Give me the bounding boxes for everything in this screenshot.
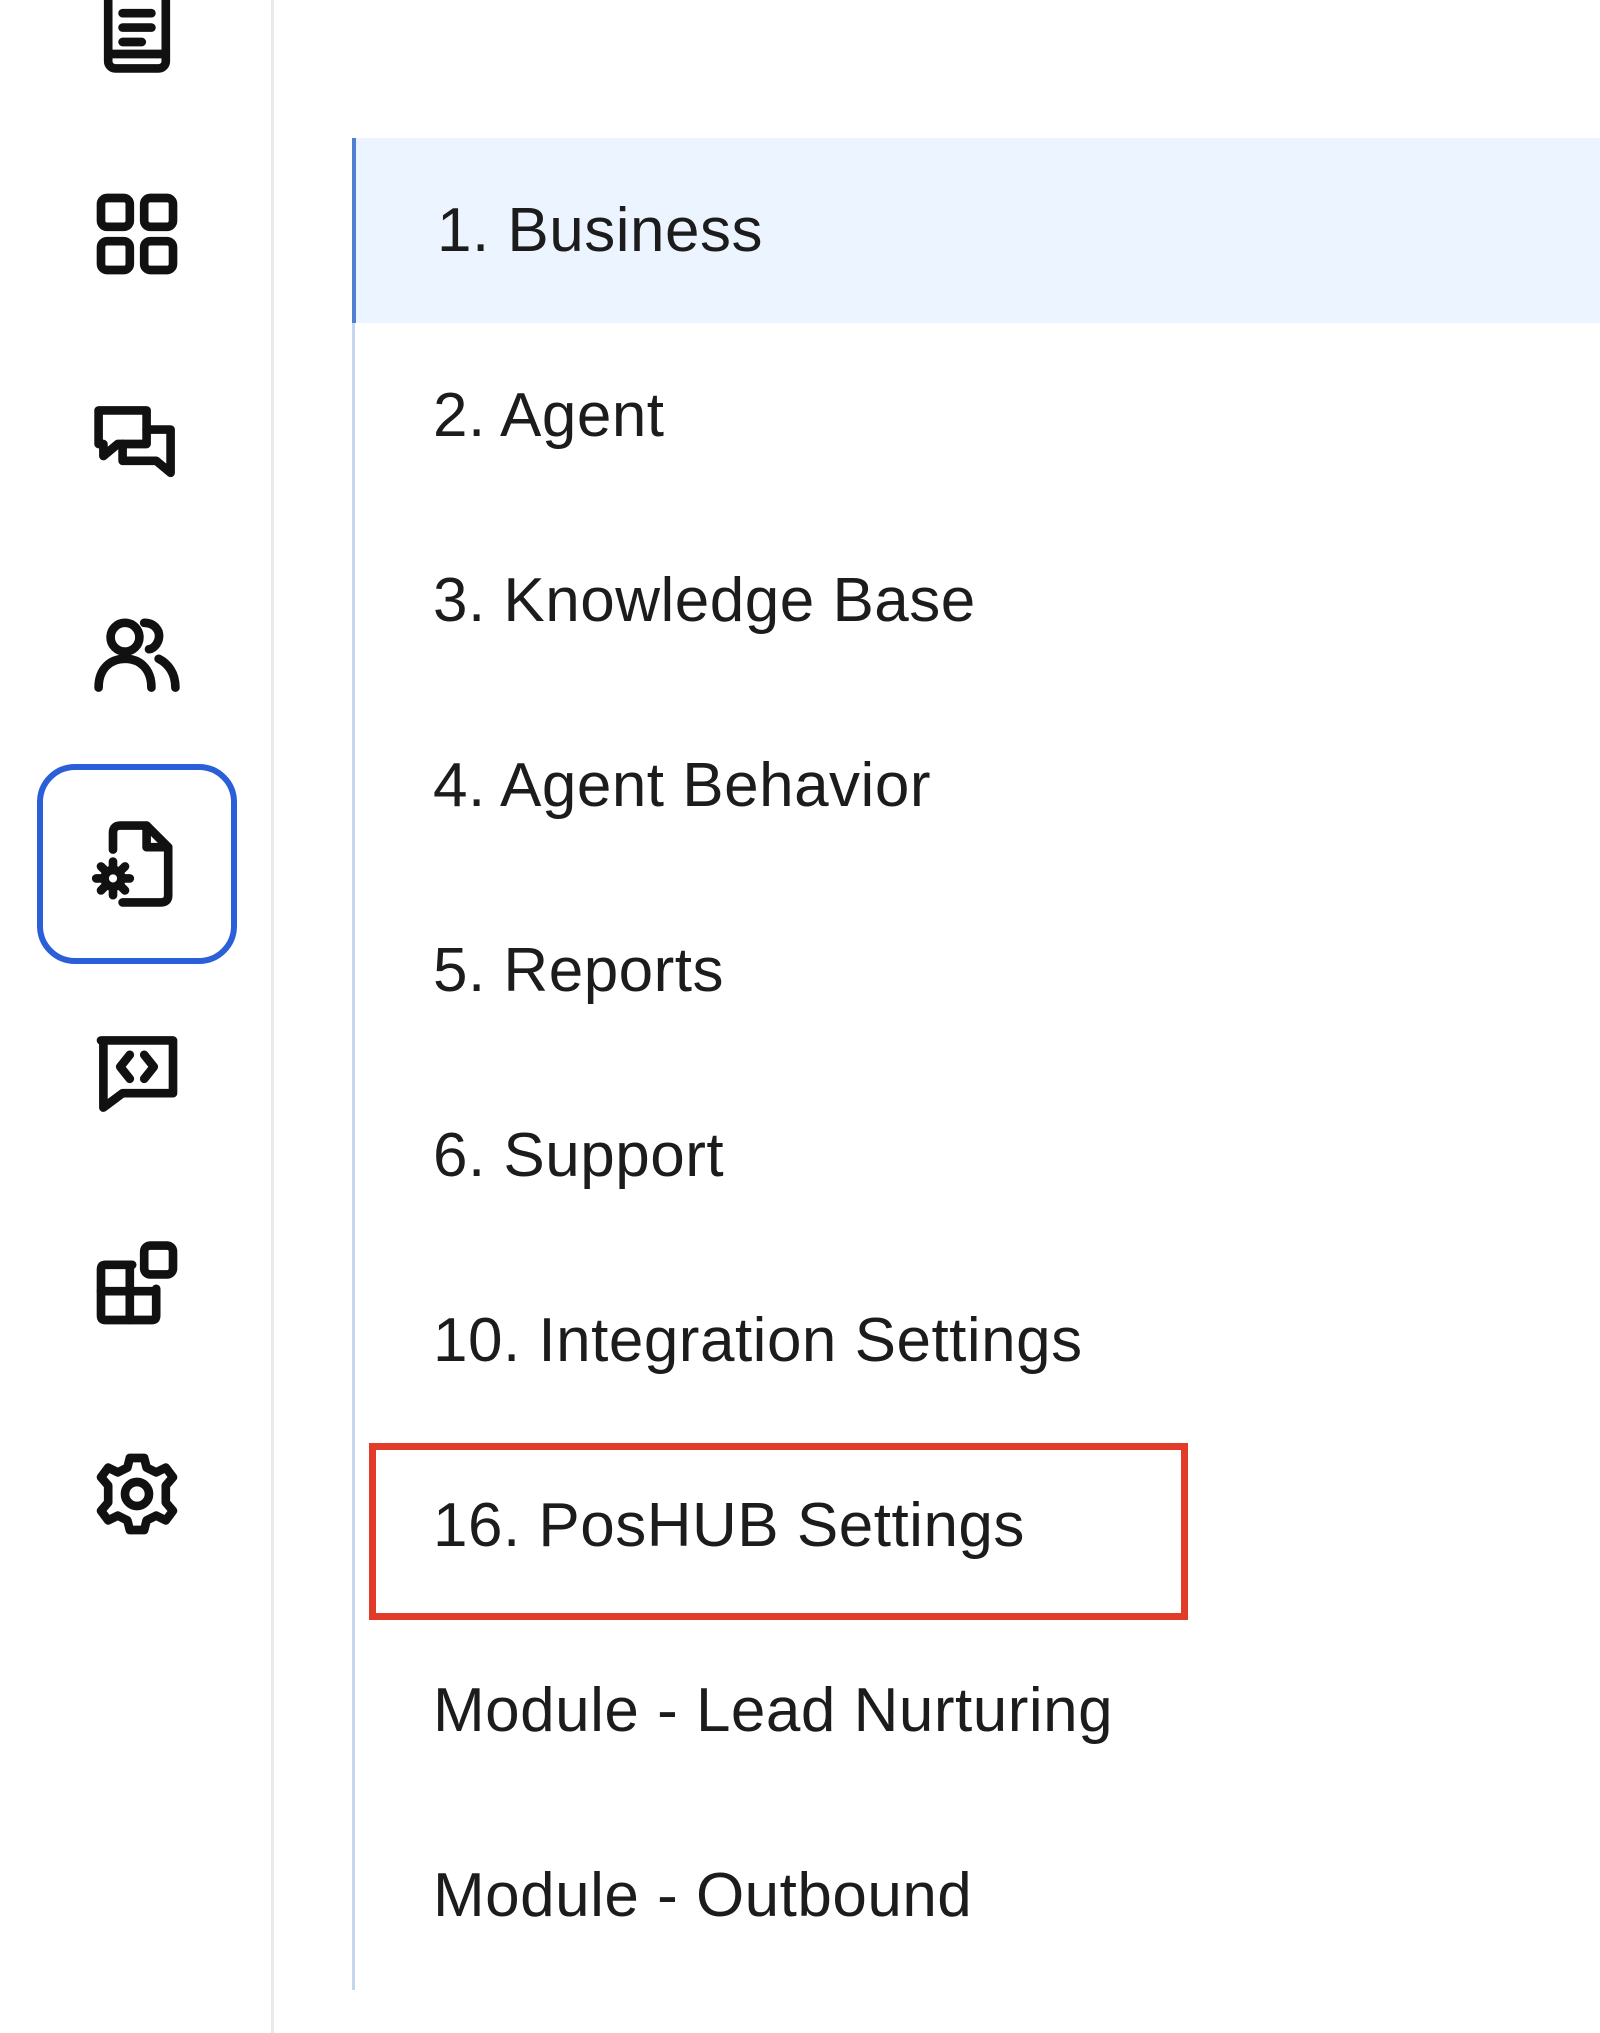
menu-item-reports[interactable]: 5. Reports xyxy=(355,878,1600,1063)
menu-item-label: 4. Agent Behavior xyxy=(433,751,931,820)
menu-item-outbound[interactable]: Module - Outbound xyxy=(355,1803,1600,1988)
grid-icon xyxy=(96,193,178,275)
menu-item-lead-nurturing[interactable]: Module - Lead Nurturing xyxy=(355,1618,1600,1803)
sidebar-item-contacts[interactable] xyxy=(37,554,237,754)
gear-icon xyxy=(96,1453,178,1535)
sidebar-item-conversations[interactable] xyxy=(37,344,237,544)
menu-item-business[interactable]: 1. Business xyxy=(352,138,1600,323)
file-settings-icon xyxy=(91,821,173,907)
menu-item-label: 3. Knowledge Base xyxy=(433,566,976,635)
menu-item-knowledge-base[interactable]: 3. Knowledge Base xyxy=(355,508,1600,693)
sidebar-item-settings[interactable] xyxy=(37,1394,237,1594)
sidebar-item-widget-embed[interactable] xyxy=(37,974,237,1174)
menu-item-support[interactable]: 6. Support xyxy=(355,1063,1600,1248)
menu-item-poshub-settings[interactable]: 16. PosHUB Settings xyxy=(355,1433,1600,1618)
menu-item-agent-behavior[interactable]: 4. Agent Behavior xyxy=(355,693,1600,878)
menu-item-label: 2. Agent xyxy=(433,381,665,450)
menu-item-label: 5. Reports xyxy=(433,936,725,1005)
sidebar-item-agent-settings[interactable] xyxy=(37,764,237,964)
users-icon xyxy=(94,618,180,692)
sidebar-item-integrations[interactable] xyxy=(37,1184,237,1384)
menu-item-label: 1. Business xyxy=(437,196,764,265)
icon-sidebar xyxy=(0,0,274,2033)
menu-item-label: Module - Lead Nurturing xyxy=(433,1676,1114,1745)
code-message-icon xyxy=(96,1036,178,1112)
menu-item-label: Module - Outbound xyxy=(433,1861,973,1930)
add-widget-icon xyxy=(96,1241,178,1325)
menu-item-integration-settings[interactable]: 10. Integration Settings xyxy=(355,1248,1600,1433)
chat-bubbles-icon xyxy=(94,406,175,478)
menu-item-label: 16. PosHUB Settings xyxy=(433,1491,1025,1560)
menu-item-agent[interactable]: 2. Agent xyxy=(355,323,1600,508)
app-window: 1. Business 2. Agent 3. Knowledge Base 4… xyxy=(0,0,1600,2033)
menu-item-label: 6. Support xyxy=(433,1121,725,1190)
sidebar-item-documents[interactable] xyxy=(37,0,237,130)
sidebar-item-dashboard[interactable] xyxy=(37,134,237,334)
document-icon xyxy=(103,0,171,73)
menu-item-label: 10. Integration Settings xyxy=(433,1306,1083,1375)
settings-menu: 1. Business 2. Agent 3. Knowledge Base 4… xyxy=(352,138,1600,1990)
